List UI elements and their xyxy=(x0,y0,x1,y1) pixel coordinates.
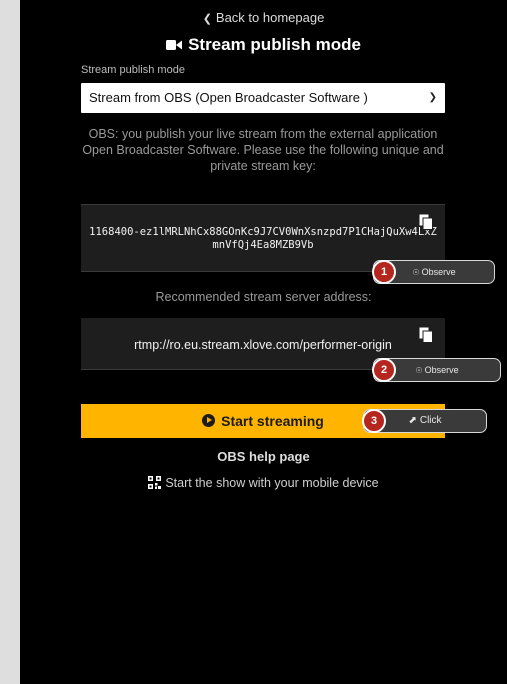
annotation-click-3: 3 ⬈ Click xyxy=(362,409,487,433)
obs-description: OBS: you publish your live stream from t… xyxy=(82,127,444,173)
eye-icon: ☉ xyxy=(415,366,423,375)
publish-mode-select[interactable]: Stream from OBS (Open Broadcaster Softwa… xyxy=(81,83,445,113)
mobile-device-label: Start the show with your mobile device xyxy=(165,476,379,490)
server-address-label: Recommended stream server address: xyxy=(155,290,372,304)
back-link-label: Back to homepage xyxy=(215,10,325,25)
annotation-observe-2: 2 ☉ Observe xyxy=(372,358,501,382)
start-streaming-label: Start streaming xyxy=(221,413,324,429)
publish-mode-value: Stream from OBS (Open Broadcaster Softwa… xyxy=(89,90,368,105)
server-address-text: rtmp://ro.eu.stream.xlove.com/performer-… xyxy=(134,338,392,352)
publish-mode-label: Stream publish mode xyxy=(81,64,185,76)
mobile-device-link[interactable]: Start the show with your mobile device xyxy=(20,476,507,492)
annotation-label: Observe xyxy=(424,365,459,375)
play-icon xyxy=(202,414,216,427)
chevron-down-icon: ❯ xyxy=(428,92,437,103)
stream-panel: ❮ Back to homepage Stream publish mode St… xyxy=(20,0,507,684)
page-title-text: Stream publish mode xyxy=(188,35,361,54)
camera-icon xyxy=(166,36,183,56)
annotation-label: Click xyxy=(419,415,442,426)
eye-icon: ☉ xyxy=(412,268,420,277)
cursor-icon: ⬈ xyxy=(408,415,417,426)
back-to-homepage-link[interactable]: ❮ Back to homepage xyxy=(20,10,507,25)
annotation-label: Observe xyxy=(421,267,456,277)
qr-code-icon xyxy=(148,476,162,492)
page-title: Stream publish mode xyxy=(20,35,507,56)
obs-help-link[interactable]: OBS help page xyxy=(20,449,507,464)
copy-icon[interactable] xyxy=(419,327,433,348)
stream-key-text: 1168400-ez1lMRLNhCx88GOnKc9J7CV0WnXsnzpd… xyxy=(89,226,437,251)
annotation-observe-1: 1 ☉ Observe xyxy=(372,260,495,284)
copy-icon[interactable] xyxy=(419,214,433,235)
chevron-left-icon: ❮ xyxy=(202,13,212,25)
